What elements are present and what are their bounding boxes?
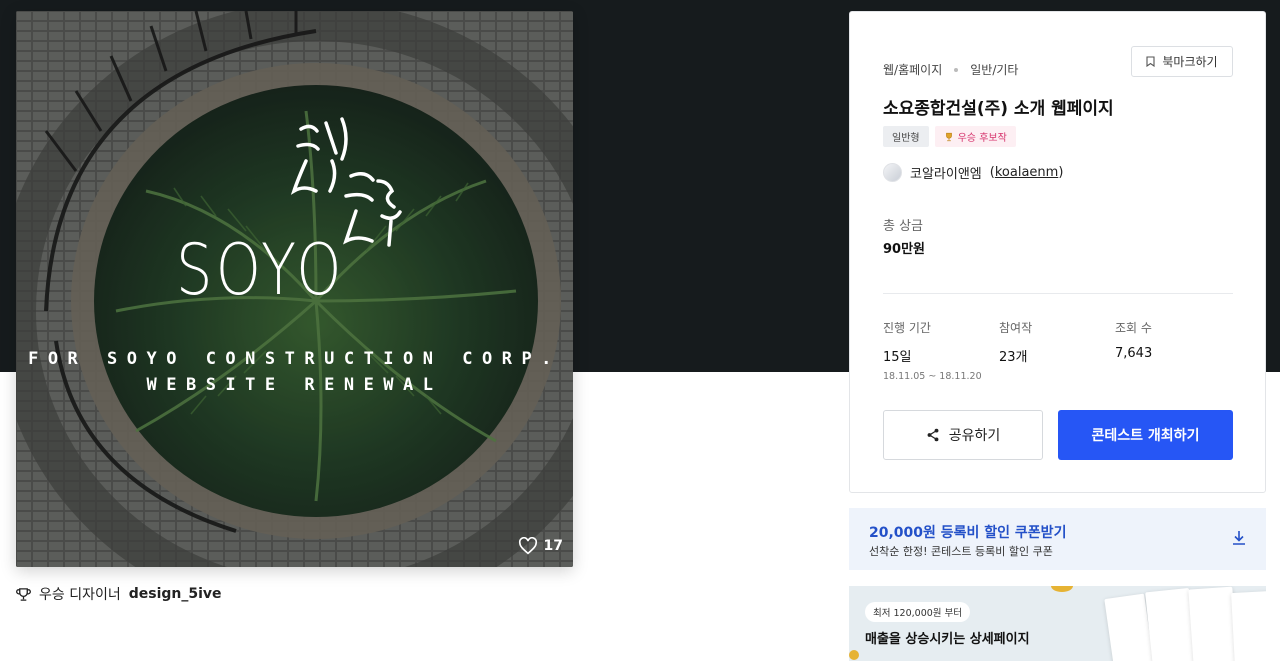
contest-type-badge: 일반형 [883,126,929,147]
ad-banner[interactable]: 최저 120,000원 부터 매출을 상승시키는 상세페이지 [849,586,1266,661]
coupon-title: 20,000원 등록비 할인 쿠폰받기 [869,525,1067,541]
contest-info-card: 웹/홈페이지 일반/기타 북마크하기 소요종합건설(주) 소개 웹페이지 일반형… [849,11,1266,493]
stat-duration: 진행 기간 15일 18.11.05 ~ 18.11.20 [883,319,982,382]
artwork-tagline-2: WEBSITE RENEWAL [146,375,443,395]
ad-mockup-image [1231,591,1266,661]
coupon-subtitle: 선착순 한정! 콘테스트 등록비 할인 쿠폰 [869,545,1053,558]
prize-value: 90만원 [883,242,926,257]
stat-label: 참여작 [999,321,1033,335]
divider [883,293,1233,294]
stat-label: 조회 수 [1115,321,1152,335]
trophy-icon [16,587,31,601]
ad-mockup-image [1188,586,1238,661]
artwork-logo-text: SOYO [176,229,345,311]
host-id-wrap: (koalaenm) [989,165,1064,180]
coupon-banner[interactable]: 20,000원 등록비 할인 쿠폰받기 선착순 한정! 콘테스트 등록비 할인 … [849,508,1266,570]
host-info[interactable]: 코알라이앤엠 (koalaenm) [883,163,1063,182]
coin-decoration [1051,586,1073,592]
stat-value: 23개 [999,350,1028,365]
stat-entries: 참여작 23개 [999,319,1032,365]
stat-value: 15일 [883,350,912,365]
host-name: 코알라이앤엠 [910,167,982,182]
category-breadcrumb: 웹/홈페이지 일반/기타 [883,61,1018,78]
ad-price-pill: 최저 120,000원 부터 [865,602,971,622]
like-button[interactable]: 17 [518,537,563,555]
bookmark-label: 북마크하기 [1162,55,1218,69]
host-avatar [883,163,902,182]
winner-designer: 우승 디자이너 design_5ive [16,584,222,604]
stat-dates: 18.11.05 ~ 18.11.20 [883,371,982,382]
award-badge: 우승 후보작 [934,126,1016,147]
prize-label: 총 상금 [883,219,924,234]
stat-views: 조회 수 7,643 [1115,319,1152,361]
designer-name[interactable]: design_5ive [129,586,222,602]
bookmark-icon [1146,56,1155,67]
award-badge-label: 우승 후보작 [957,133,1007,144]
host-id[interactable]: koalaenm [995,165,1058,180]
separator-dot [954,67,959,72]
share-label: 공유하기 [948,428,1001,444]
ad-title: 매출을 상승시키는 상세페이지 [865,632,1030,647]
category-primary[interactable]: 웹/홈페이지 [883,61,942,78]
stat-label: 진행 기간 [883,321,931,335]
like-count: 17 [543,538,563,554]
bookmark-button[interactable]: 북마크하기 [1131,46,1233,77]
badge-row: 일반형 우승 후보작 [883,126,1016,147]
stat-value: 7,643 [1115,346,1153,361]
download-icon[interactable] [1232,530,1246,546]
share-icon [927,428,939,442]
trophy-icon [945,132,952,141]
heart-icon [518,537,537,555]
coin-decoration [849,650,859,660]
share-button[interactable]: 공유하기 [883,410,1043,460]
category-secondary[interactable]: 일반/기타 [970,61,1018,78]
contest-title: 소요종합건설(주) 소개 웹페이지 [883,99,1114,119]
winning-artwork-image[interactable]: SOYO FOR SOYO CONSTRUCTION CORP. WEBSITE… [16,11,573,567]
artwork-tagline-1: FOR SOYO CONSTRUCTION CORP. [28,349,561,369]
designer-label: 우승 디자이너 [39,587,121,603]
host-contest-button[interactable]: 콘테스트 개최하기 [1058,410,1233,460]
